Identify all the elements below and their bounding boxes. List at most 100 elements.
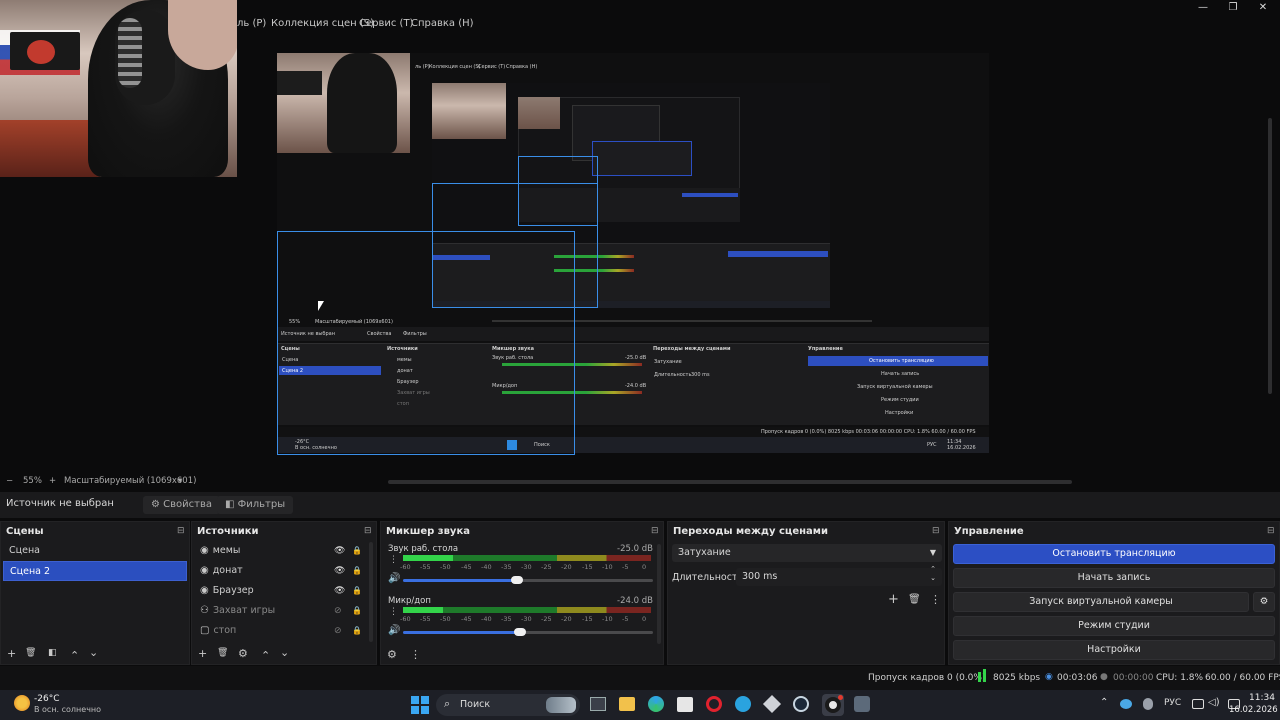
channel-menu-icon[interactable]: ⋮ [389, 555, 398, 565]
zoom-in-button[interactable]: + [49, 476, 56, 486]
scene-item-selected[interactable]: Сцена 2 [3, 561, 187, 581]
volume-slider-knob[interactable] [514, 628, 526, 636]
source-properties-button[interactable]: ⚙ [238, 647, 248, 660]
settings-button[interactable]: Настройки [953, 640, 1275, 660]
menu-help[interactable]: Справка (H) [411, 18, 474, 29]
lock-icon[interactable]: 🔒 [352, 541, 362, 561]
volume-slider-track[interactable] [517, 579, 653, 582]
eye-icon[interactable]: 👁 [334, 561, 345, 581]
duration-spinbox[interactable]: 300 ms ⌃ ⌄ [736, 565, 942, 586]
source-item[interactable]: ◉ Браузер 👁 🔒 [194, 581, 364, 601]
add-scene-button[interactable]: + [7, 647, 16, 660]
minimize-icon[interactable]: — [1196, 2, 1210, 14]
volume-slider-fill[interactable] [403, 631, 520, 634]
source-item[interactable]: ◉ донат 👁 🔒 [194, 561, 364, 581]
speaker-icon[interactable]: 🔊 [388, 625, 400, 636]
volume-slider-knob[interactable] [511, 576, 523, 584]
windows-start-icon[interactable] [411, 696, 429, 714]
app2-icon[interactable] [854, 696, 870, 712]
maximize-icon[interactable]: ❐ [1226, 2, 1240, 14]
lock-icon[interactable]: 🔒 [352, 561, 362, 581]
preview-horizontal-scrollbar[interactable] [388, 480, 1072, 484]
volume-slider-fill[interactable] [403, 579, 517, 582]
preview-vertical-scrollbar[interactable] [1268, 118, 1272, 394]
source-item[interactable]: ⚇ Захват игры ⊘ 🔒 [194, 601, 364, 621]
lock-icon[interactable]: 🔒 [352, 621, 362, 641]
lock-icon[interactable]: 🔒 [352, 581, 362, 601]
task-view-icon[interactable] [590, 697, 606, 711]
move-down-button[interactable]: ⌄ [280, 646, 289, 659]
source-selection-box[interactable] [277, 231, 575, 455]
stop-streaming-button[interactable]: Остановить трансляцию [953, 544, 1275, 564]
volume-icon[interactable]: ◁) [1208, 697, 1220, 708]
clock-date[interactable]: 16.02.2026 [1229, 705, 1278, 715]
remove-source-button[interactable]: 🗑 [217, 648, 228, 658]
remove-scene-button[interactable]: 🗑 [25, 648, 36, 658]
eye-icon[interactable]: 👁 [334, 581, 345, 601]
source-item[interactable]: ◉ мемы 👁 🔒 [194, 541, 364, 561]
remove-transition-button[interactable]: 🗑 [908, 594, 921, 605]
dock-menu-icon[interactable]: ⊟ [651, 526, 659, 536]
chevron-down-icon[interactable]: ▾ [178, 476, 182, 486]
start-virtual-camera-button[interactable]: Запуск виртуальной камеры [953, 592, 1249, 612]
menu-tools[interactable]: Сервис (T) [359, 18, 413, 29]
mic-icon[interactable] [1143, 698, 1153, 710]
zoom-out-button[interactable]: − [6, 476, 13, 486]
studio-mode-button[interactable]: Режим студии [953, 616, 1275, 636]
weather-icon[interactable] [14, 695, 30, 711]
steam-icon[interactable] [793, 696, 809, 712]
filters-button[interactable]: ◧ Фильтры [217, 496, 294, 514]
mixer-more-button[interactable]: ⋮ [410, 648, 421, 661]
close-icon[interactable]: ✕ [1256, 2, 1270, 14]
dock-menu-icon[interactable]: ⊟ [364, 526, 372, 536]
speaker-icon[interactable]: 🔊 [388, 573, 400, 584]
transition-select[interactable]: Затухание ▼ [672, 544, 942, 562]
preview-mixer-db-2: -24.0 dB [625, 383, 647, 389]
eye-icon[interactable]: 👁 [334, 541, 345, 561]
app-icon[interactable] [762, 694, 782, 714]
tray-app-icon[interactable] [1120, 699, 1132, 709]
scene-filters-button[interactable]: ◧ [48, 648, 57, 658]
tray-chevron-icon[interactable]: ⌃ [1100, 697, 1108, 708]
weather-desc[interactable]: В осн. солнечно [34, 705, 101, 714]
taskbar-search[interactable]: ⌕ Поиск [436, 694, 580, 716]
transition-more-button[interactable]: ⋮ [930, 593, 941, 606]
add-source-button[interactable]: + [198, 647, 207, 660]
weather-temp[interactable]: -26°C [34, 694, 59, 704]
sources-scrollbar[interactable] [369, 542, 373, 642]
edge-icon[interactable] [648, 696, 664, 712]
preview-tray: РУС [927, 442, 937, 448]
scale-mode[interactable]: Масштабируемый (1069x601) [64, 476, 196, 486]
dock-menu-icon[interactable]: ⊟ [932, 526, 940, 536]
transition-value: Затухание [678, 547, 731, 558]
move-up-button[interactable]: ⌃ [261, 649, 270, 662]
telegram-icon[interactable] [735, 696, 751, 712]
volume-slider-track[interactable] [520, 631, 653, 634]
language-indicator[interactable]: РУС [1164, 698, 1181, 708]
eye-off-icon[interactable]: ⊘ [334, 601, 342, 621]
spin-arrows-icon[interactable]: ⌃ ⌄ [930, 565, 936, 583]
dock-menu-icon[interactable]: ⊟ [177, 526, 185, 536]
scene-item[interactable]: Сцена [3, 541, 187, 561]
opera-icon[interactable] [706, 696, 722, 712]
store-icon[interactable] [677, 697, 693, 712]
file-explorer-icon[interactable] [619, 697, 635, 711]
move-up-button[interactable]: ⌃ [70, 649, 79, 662]
properties-button[interactable]: ⚙ Свойства [143, 496, 220, 514]
menu-view[interactable]: ль (P) [237, 18, 266, 29]
virtual-camera-settings-button[interactable]: ⚙ [1253, 592, 1275, 612]
dock-menu-icon[interactable]: ⊟ [1267, 526, 1275, 536]
start-recording-button[interactable]: Начать запись [953, 568, 1275, 588]
mixer-scrollbar[interactable] [657, 544, 661, 644]
add-transition-button[interactable]: + [888, 592, 899, 607]
network-icon[interactable] [1192, 699, 1204, 709]
source-item[interactable]: ▢ стоп ⊘ 🔒 [194, 621, 364, 641]
clock-time[interactable]: 11:34 [1249, 693, 1275, 703]
move-down-button[interactable]: ⌄ [89, 646, 98, 659]
controls-dock: Управление ⊟ Остановить трансляцию Начат… [948, 521, 1280, 665]
eye-off-icon[interactable]: ⊘ [334, 621, 342, 641]
obs-icon[interactable] [822, 694, 844, 716]
channel-menu-icon[interactable]: ⋮ [389, 607, 398, 617]
audio-settings-button[interactable]: ⚙ [387, 648, 397, 661]
lock-icon[interactable]: 🔒 [352, 601, 362, 621]
